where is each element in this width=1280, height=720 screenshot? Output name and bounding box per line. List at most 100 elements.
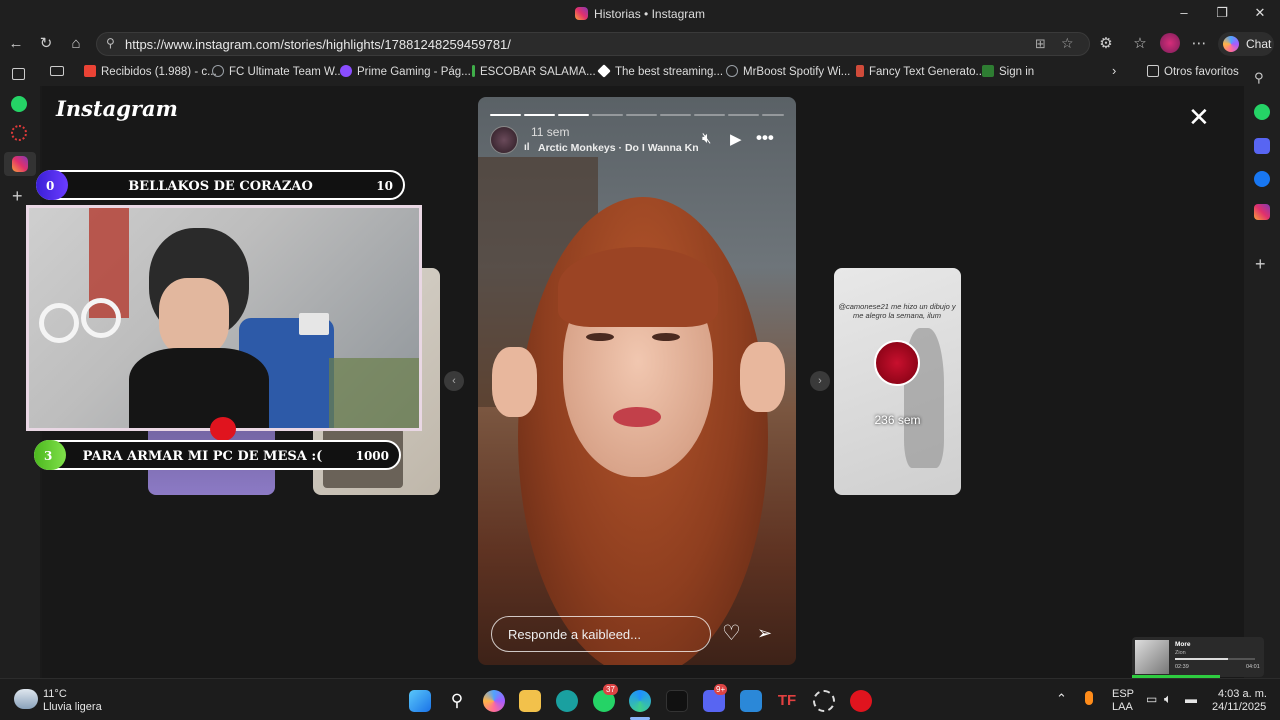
bookmark-fancytext[interactable]: Fancy Text Generato...: [856, 65, 985, 78]
notepad-taskbar-icon[interactable]: [740, 690, 762, 712]
chat-label: Chat: [1246, 37, 1272, 51]
windows-start-icon[interactable]: [409, 690, 431, 712]
show-hidden-icons-chevron-icon[interactable]: ⌃: [1056, 691, 1067, 707]
instagram-tab[interactable]: [4, 152, 36, 176]
network-icon[interactable]: ▭: [1146, 692, 1157, 706]
whatsapp-taskbar-icon[interactable]: 37: [593, 684, 618, 712]
bookmark-escobar[interactable]: ESCOBAR SALAMA...: [472, 65, 596, 78]
refresh-icon[interactable]: ↻: [36, 34, 56, 54]
favorites-icon[interactable]: ☆: [1130, 34, 1150, 54]
weather-temp[interactable]: 11°C: [43, 688, 67, 700]
url-text[interactable]: https://www.instagram.com/stories/highli…: [125, 37, 511, 52]
app-settings-taskbar-icon[interactable]: [813, 690, 835, 712]
person-bangs: [558, 247, 718, 327]
window-title-text: Historias • Instagram: [594, 7, 705, 21]
site-info-icon[interactable]: ⚲: [106, 36, 115, 50]
share-send-icon[interactable]: ➢: [757, 623, 772, 644]
site-tab-icon[interactable]: [11, 125, 27, 141]
collections-icon[interactable]: [50, 66, 64, 76]
next-story-arrow-icon[interactable]: ›: [810, 371, 830, 391]
bookmark-fc[interactable]: FC Ultimate Team W...: [212, 65, 344, 78]
next-story-caption: @camonese21 me hizo un dibujo y me alegr…: [838, 302, 956, 320]
discord-icon[interactable]: [1254, 138, 1270, 154]
more-menu-icon[interactable]: ⋯: [1189, 34, 1209, 54]
media-app-taskbar-icon[interactable]: [850, 690, 872, 712]
media-elapsed: 02:39: [1175, 664, 1189, 670]
back-icon[interactable]: ←: [6, 34, 26, 54]
minimize-button[interactable]: –: [1174, 5, 1194, 23]
story-music-label[interactable]: Arctic Monkeys · Do I Wanna Knov: [538, 142, 698, 154]
edge-taskbar-icon[interactable]: [629, 690, 651, 712]
bookmark-signin[interactable]: Sign in: [982, 65, 1034, 78]
language-sub[interactable]: LAA: [1112, 701, 1133, 713]
whatsapp-tab-icon[interactable]: [11, 96, 27, 112]
discord-taskbar-icon[interactable]: 9+: [703, 684, 728, 712]
file-explorer-icon[interactable]: [519, 690, 541, 712]
bookmark-prime[interactable]: Prime Gaming - Pág...: [340, 65, 471, 78]
address-bar[interactable]: ⚲ https://www.instagram.com/stories/high…: [96, 32, 1090, 56]
bookmark-mrboost[interactable]: MrBoost Spotify Wi...: [726, 65, 850, 78]
red-heart-sticker: [210, 417, 236, 441]
media-progress-track[interactable]: [1175, 658, 1255, 660]
tf-taskbar-icon[interactable]: TF: [776, 690, 798, 712]
language-indicator[interactable]: ESP: [1112, 688, 1134, 700]
previous-story-arrow-icon[interactable]: ‹: [444, 371, 464, 391]
microphone-icon[interactable]: [1085, 691, 1093, 705]
more-bookmarks-chevron-icon[interactable]: ›: [1112, 63, 1116, 78]
prime-gaming-icon: [340, 65, 352, 77]
story-progress-segment: [728, 114, 759, 116]
music-icon: ıl: [524, 142, 530, 153]
media-player-widget[interactable]: More Zion 02:39 04:01: [1132, 637, 1264, 677]
search-icon[interactable]: ⚲: [1254, 70, 1264, 86]
eye-left: [586, 333, 614, 341]
weather-desc[interactable]: Lluvia ligera: [43, 701, 102, 713]
whatsapp-icon[interactable]: [1254, 104, 1270, 120]
active-story[interactable]: 11 sem ıl Arctic Monkeys · Do I Wanna Kn…: [478, 97, 796, 665]
globe-icon: [726, 65, 738, 77]
app-available-icon[interactable]: ⊞: [1035, 36, 1046, 52]
reply-input[interactable]: Responde a kaibleed...: [491, 616, 711, 652]
weather-cloud-icon[interactable]: [14, 689, 38, 709]
profile-avatar[interactable]: [1160, 33, 1180, 53]
search-taskbar-icon[interactable]: ⚲: [446, 690, 468, 712]
close-window-button[interactable]: ✕: [1250, 5, 1270, 23]
goal-label: BELLAKOS DE CORAZAO: [128, 179, 313, 194]
ring-light: [81, 298, 121, 338]
story-options-icon[interactable]: •••: [756, 128, 774, 148]
favorite-star-icon[interactable]: ☆: [1061, 35, 1074, 52]
instagram-logo[interactable]: Instagram: [56, 96, 178, 121]
maximize-button[interactable]: ❐: [1212, 5, 1232, 23]
new-tab-icon[interactable]: +: [12, 186, 23, 207]
clock-date[interactable]: 24/11/2025: [1212, 701, 1266, 713]
volume-icon[interactable]: 🔈︎: [1164, 691, 1172, 707]
story-progress-segment: [660, 114, 691, 116]
bookmark-label: ESCOBAR SALAMA...: [480, 66, 596, 78]
story-author-avatar[interactable]: [490, 126, 518, 154]
home-icon[interactable]: ⌂: [66, 34, 86, 54]
clock-time[interactable]: 4:03 a. m.: [1218, 688, 1267, 700]
bookmark-gmail[interactable]: Recibidos (1.988) - c...: [84, 65, 217, 78]
play-icon[interactable]: ▶: [730, 130, 742, 148]
story-progress-segment: [490, 114, 521, 116]
instagram-icon[interactable]: [1254, 204, 1270, 220]
bookmark-streaming[interactable]: The best streaming...: [597, 64, 724, 78]
webcam-overlay: [26, 205, 422, 431]
bookmarks-bar: Recibidos (1.988) - c... FC Ultimate Tea…: [40, 58, 1280, 86]
facebook-icon[interactable]: [1254, 171, 1270, 187]
bookmark-label: The best streaming...: [615, 66, 724, 78]
copilot-chat-button[interactable]: Chat: [1218, 32, 1274, 56]
heater: [299, 313, 329, 335]
extensions-icon[interactable]: ⚙: [1096, 34, 1116, 54]
like-heart-icon[interactable]: ♡: [722, 621, 741, 646]
app-taskbar-icon[interactable]: [556, 690, 578, 712]
tiktok-taskbar-icon[interactable]: [666, 690, 688, 712]
next-story-card[interactable]: @camonese21 me hizo un dibujo y me alegr…: [834, 268, 961, 495]
other-favorites[interactable]: Otros favoritos: [1147, 65, 1239, 78]
eye-right: [652, 333, 680, 341]
battery-icon[interactable]: ▬: [1185, 692, 1197, 706]
close-stories-icon[interactable]: ✕: [1188, 102, 1210, 133]
add-sidebar-app-icon[interactable]: +: [1255, 254, 1266, 275]
mute-icon[interactable]: 🔇︎: [702, 130, 711, 147]
copilot-taskbar-icon[interactable]: [483, 690, 505, 712]
tab-actions-icon[interactable]: [12, 68, 25, 80]
